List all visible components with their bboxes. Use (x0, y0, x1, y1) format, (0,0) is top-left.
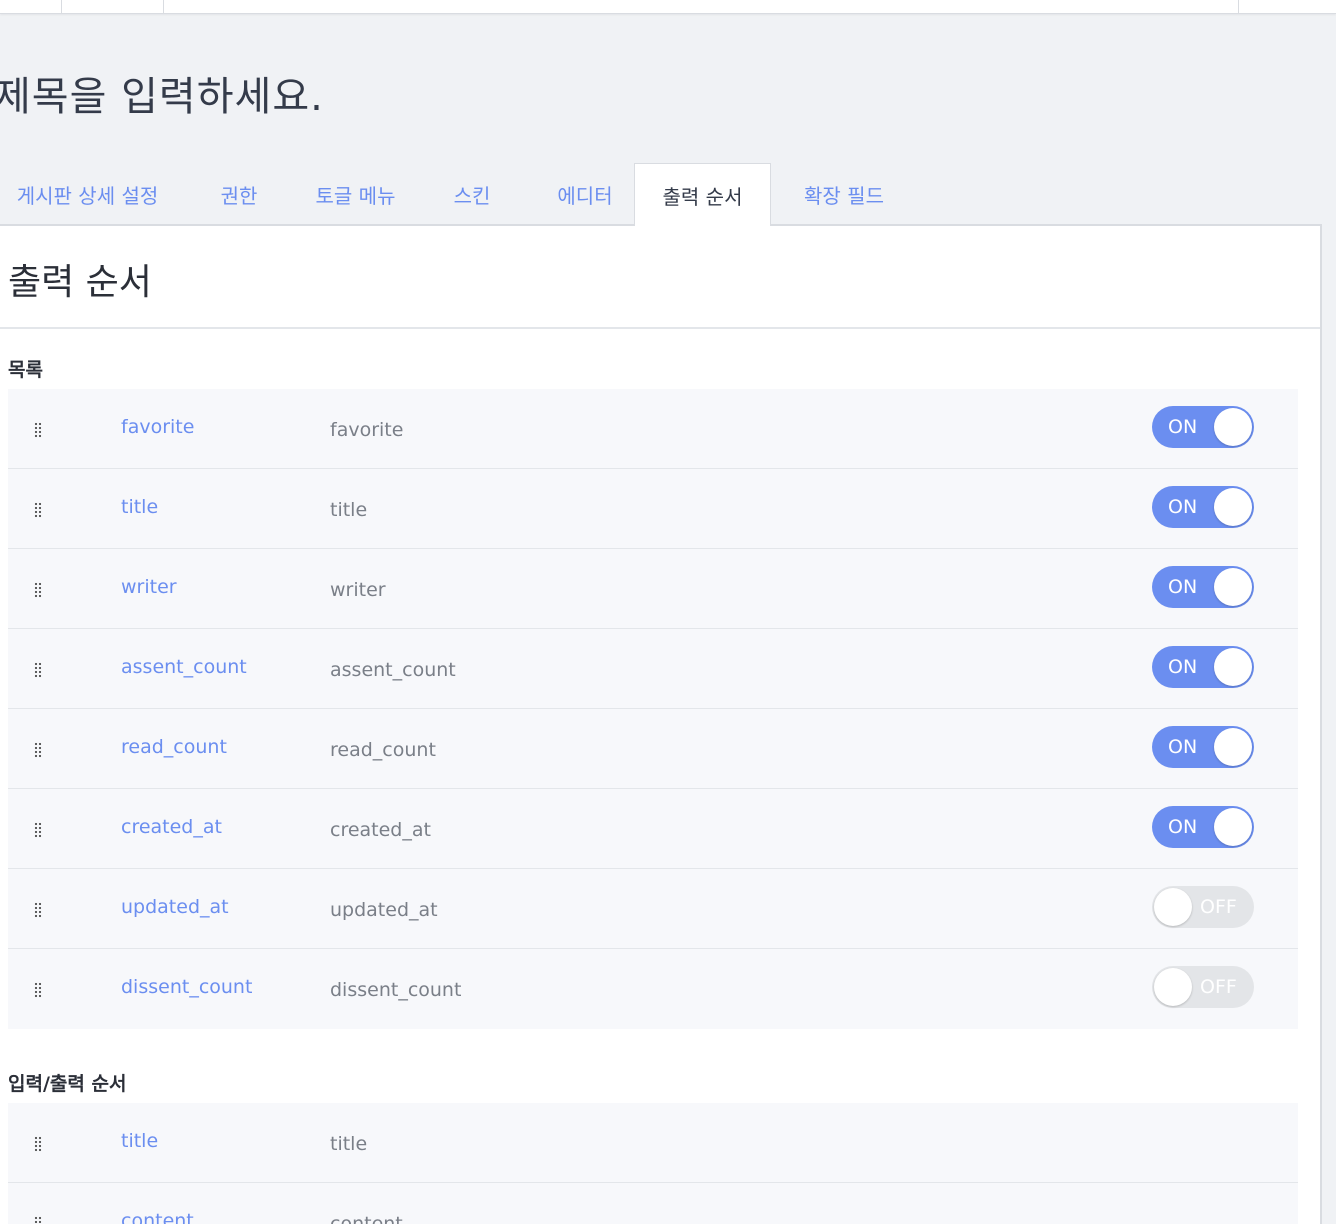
field-label: dissent_count (330, 979, 462, 1001)
drag-handle-icon[interactable] (34, 902, 42, 918)
toggle-state-label: ON (1168, 496, 1198, 518)
panel-title: 출력 순서 (8, 262, 152, 303)
visibility-toggle[interactable]: ON (1152, 806, 1254, 848)
navbar-divider (61, 0, 62, 13)
top-navbar (0, 0, 1336, 14)
drag-handle-icon[interactable] (34, 422, 42, 438)
drag-handle-icon[interactable] (34, 742, 42, 758)
toggle-state-label: ON (1168, 736, 1198, 758)
panel-divider (0, 327, 1320, 329)
list-item[interactable]: title title (8, 1103, 1298, 1183)
tab-toggle-menu[interactable]: 토글 메뉴 (303, 163, 408, 225)
field-name: assent_count (121, 656, 247, 678)
toggle-state-label: OFF (1200, 896, 1237, 918)
list-item[interactable]: created_at created_at ON (8, 789, 1298, 869)
field-name: read_count (121, 736, 227, 758)
field-label: updated_at (330, 899, 438, 921)
toggle-state-label: ON (1168, 656, 1198, 678)
field-name: dissent_count (121, 976, 253, 998)
field-label: writer (330, 579, 386, 601)
toggle-state-label: ON (1168, 816, 1198, 838)
field-label: read_count (330, 739, 436, 761)
field-name: title (121, 496, 159, 518)
drag-handle-icon[interactable] (34, 502, 42, 518)
field-name: updated_at (121, 896, 229, 918)
toggle-knob (1214, 728, 1252, 766)
tab-permissions[interactable]: 권한 (175, 163, 303, 225)
visibility-toggle[interactable]: ON (1152, 566, 1254, 608)
settings-tabs: 게시판 상세 설정 권한 토글 메뉴 스킨 에디터 출력 순서 확장 필드 (0, 163, 917, 226)
drag-handle-icon[interactable] (34, 662, 42, 678)
visibility-toggle[interactable]: ON (1152, 486, 1254, 528)
visibility-toggle[interactable]: OFF (1152, 966, 1254, 1008)
list-item[interactable]: dissent_count dissent_count OFF (8, 949, 1298, 1029)
field-label: title (330, 499, 368, 521)
drag-handle-icon[interactable] (34, 1136, 42, 1152)
list-order-list: favorite favorite ON title title ON writ… (8, 389, 1298, 1029)
visibility-toggle[interactable]: OFF (1152, 886, 1254, 928)
field-label: created_at (330, 819, 431, 841)
field-name: created_at (121, 816, 222, 838)
list-item[interactable]: assent_count assent_count ON (8, 629, 1298, 709)
toggle-state-label: ON (1168, 576, 1198, 598)
list-item[interactable]: favorite favorite ON (8, 389, 1298, 469)
toggle-knob (1154, 968, 1192, 1006)
toggle-knob (1214, 488, 1252, 526)
field-label: assent_count (330, 659, 456, 681)
field-name: content (121, 1210, 194, 1224)
drag-handle-icon[interactable] (34, 982, 42, 998)
tab-editor[interactable]: 에디터 (536, 163, 634, 225)
list-item[interactable]: writer writer ON (8, 549, 1298, 629)
page-title: 제목을 입력하세요. (0, 74, 324, 120)
visibility-toggle[interactable]: ON (1152, 726, 1254, 768)
field-label: content (330, 1213, 403, 1224)
tab-extension-fields[interactable]: 확장 필드 (771, 163, 917, 225)
toggle-knob (1214, 648, 1252, 686)
toggle-knob (1154, 888, 1192, 926)
drag-handle-icon[interactable] (34, 582, 42, 598)
visibility-toggle[interactable]: ON (1152, 406, 1254, 448)
visibility-toggle[interactable]: ON (1152, 646, 1254, 688)
io-section-title: 입력/출력 순서 (8, 1073, 127, 1095)
tab-board-detail-settings[interactable]: 게시판 상세 설정 (0, 163, 175, 225)
field-label: title (330, 1133, 368, 1155)
navbar-divider (163, 0, 164, 13)
field-label: favorite (330, 419, 404, 441)
list-section-title: 목록 (8, 359, 43, 381)
tab-skin[interactable]: 스킨 (408, 163, 536, 225)
list-item[interactable]: updated_at updated_at OFF (8, 869, 1298, 949)
list-item[interactable]: title title ON (8, 469, 1298, 549)
field-name: title (121, 1130, 159, 1152)
toggle-knob (1214, 568, 1252, 606)
list-item[interactable]: read_count read_count ON (8, 709, 1298, 789)
toggle-knob (1214, 408, 1252, 446)
navbar-divider (1238, 0, 1239, 13)
drag-handle-icon[interactable] (34, 822, 42, 838)
field-name: writer (121, 576, 177, 598)
toggle-state-label: ON (1168, 416, 1198, 438)
toggle-state-label: OFF (1200, 976, 1237, 998)
list-item[interactable]: content content (8, 1183, 1298, 1224)
drag-handle-icon[interactable] (34, 1216, 42, 1224)
toggle-knob (1214, 808, 1252, 846)
output-order-panel: 출력 순서 목록 favorite favorite ON title titl… (0, 226, 1322, 1224)
field-name: favorite (121, 416, 195, 438)
io-order-list: title title content content (8, 1103, 1298, 1224)
tab-output-order[interactable]: 출력 순서 (634, 163, 771, 226)
